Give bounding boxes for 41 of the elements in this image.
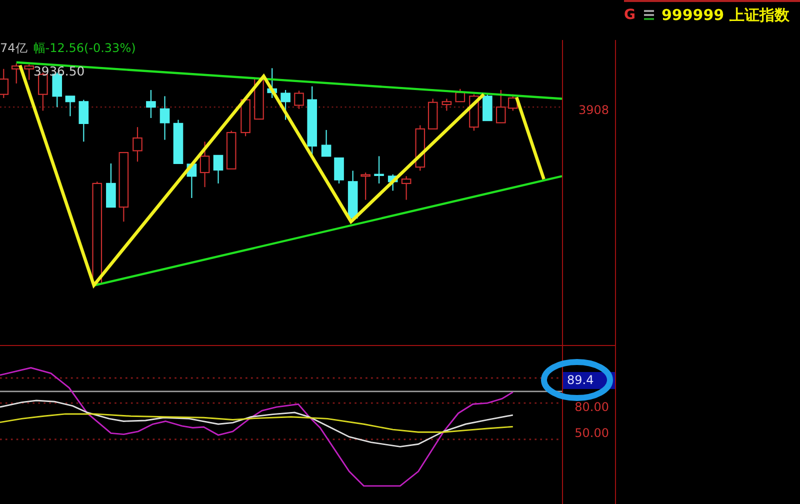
menu-icon[interactable] bbox=[644, 10, 654, 20]
candlestick bbox=[280, 90, 290, 120]
candlestick bbox=[65, 96, 76, 116]
change-text: 幅-12.56(-0.33%) bbox=[33, 40, 136, 56]
candlestick bbox=[360, 172, 370, 200]
candlestick bbox=[132, 127, 142, 162]
candlestick bbox=[374, 156, 384, 184]
candlestick bbox=[334, 157, 344, 184]
candlestick bbox=[348, 170, 358, 219]
candlestick bbox=[173, 120, 184, 164]
candlestick bbox=[401, 176, 412, 200]
candlestick bbox=[294, 90, 304, 109]
candlestick bbox=[146, 90, 156, 118]
candlestick bbox=[496, 90, 506, 124]
candlestick bbox=[442, 98, 452, 111]
candlestick bbox=[186, 163, 197, 198]
candlestick bbox=[118, 152, 129, 222]
candlestick bbox=[508, 94, 518, 111]
price-tick: 3908 bbox=[577, 102, 610, 118]
candlestick bbox=[240, 98, 250, 136]
candlestick bbox=[11, 63, 22, 84]
candlestick bbox=[388, 174, 398, 191]
candlestick bbox=[213, 154, 224, 184]
candlestick bbox=[428, 98, 438, 130]
candlestick bbox=[160, 96, 170, 140]
index-title: 999999 上证指数 bbox=[662, 6, 790, 24]
high-price-label: 3936.50 bbox=[33, 64, 85, 78]
candlestick bbox=[226, 130, 236, 170]
candlestick bbox=[24, 64, 34, 80]
candlestick bbox=[321, 130, 332, 157]
indicator-tick: 50.00 bbox=[574, 425, 610, 441]
indicator-tick: 80.00 bbox=[574, 399, 610, 415]
candlestick bbox=[78, 100, 89, 142]
candlestick bbox=[455, 88, 466, 102]
candlestick bbox=[307, 86, 317, 156]
code-prefix: G bbox=[624, 7, 636, 23]
candlestick bbox=[267, 68, 277, 98]
volume-text: 74亿 bbox=[0, 40, 28, 56]
candlestick bbox=[200, 142, 210, 188]
candlestick bbox=[106, 163, 116, 208]
candlestick bbox=[482, 94, 492, 122]
